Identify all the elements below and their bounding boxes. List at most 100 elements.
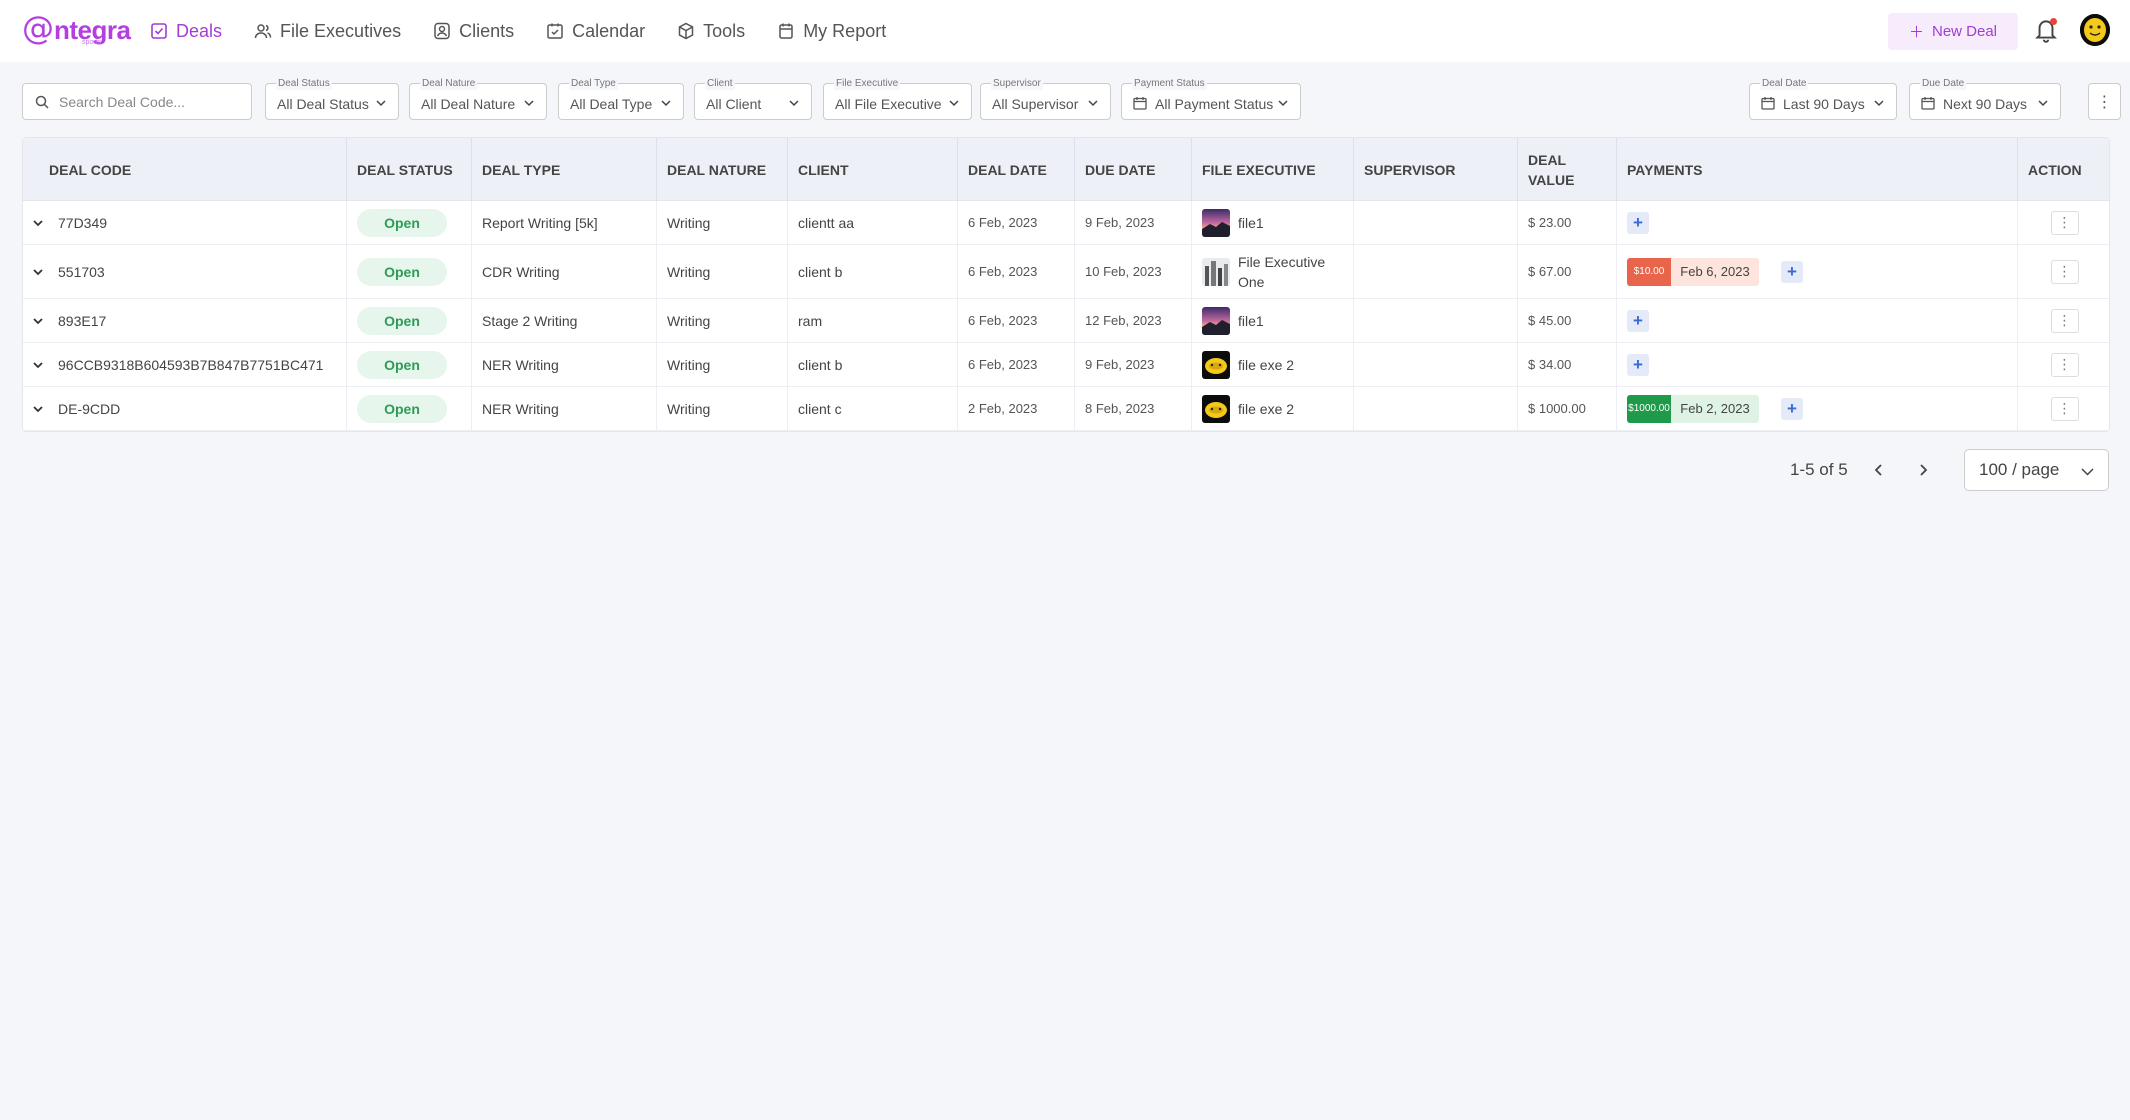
- nav-item-deals[interactable]: Deals: [150, 16, 222, 46]
- page-size-select[interactable]: 100 / page: [1964, 449, 2109, 491]
- header-payments: PAYMENTS: [1617, 138, 2018, 201]
- header-deal-type[interactable]: DEAL TYPE: [472, 138, 657, 201]
- add-payment-button[interactable]: +: [1627, 353, 1649, 376]
- deal-date-filter[interactable]: Deal Date Last 90 Days: [1749, 78, 1897, 120]
- header-deal-value[interactable]: DEAL VALUE: [1518, 138, 1617, 201]
- table-row[interactable]: 96CCB9318B604593B7B847B7751BC471 Open NER …: [23, 343, 2109, 387]
- nav-item-label: Calendar: [572, 20, 646, 41]
- deal-date-filter-label: Deal Date: [1760, 78, 1809, 90]
- top-navbar: @ ntegra sports Deals File Executives Clien…: [0, 0, 2130, 62]
- cell-supervisor: [1354, 343, 1518, 386]
- nav-item-tools[interactable]: Tools: [677, 16, 745, 46]
- deal-date: 2 Feb, 2023: [968, 401, 1038, 416]
- supervisor-filter[interactable]: Supervisor All Supervisor: [980, 78, 1111, 120]
- cell-deal-value: $ 1000.00: [1518, 387, 1617, 430]
- expand-chevron-icon[interactable]: [30, 313, 46, 329]
- deal-date: 6 Feb, 2023: [968, 313, 1038, 328]
- expand-chevron-icon[interactable]: [30, 215, 46, 231]
- header-deal-nature[interactable]: DEAL NATURE: [657, 138, 788, 201]
- next-page-button[interactable]: [1910, 457, 1936, 483]
- cell-deal-code: DE-9CDD: [23, 387, 347, 430]
- table-row[interactable]: DE-9CDD Open NER Writing Writing client c 2 F…: [23, 387, 2109, 431]
- expand-chevron-icon[interactable]: [30, 264, 46, 280]
- cell-deal-code: 96CCB9318B604593B7B847B7751BC471: [23, 343, 347, 386]
- cell-client: client c: [788, 387, 958, 430]
- table-row[interactable]: 893E17 Open Stage 2 Writing Writing ram 6 Feb…: [23, 299, 2109, 343]
- add-payment-button[interactable]: +: [1781, 397, 1803, 420]
- cell-due-date: 9 Feb, 2023: [1075, 343, 1192, 386]
- header-deal-date[interactable]: DEAL DATE: [958, 138, 1075, 201]
- row-actions-button[interactable]: ⋮: [2050, 352, 2079, 377]
- chevron-down-icon: [661, 100, 671, 107]
- notification-dot: [2050, 18, 2057, 25]
- deal-status-filter[interactable]: Deal Status All Deal Status: [265, 78, 399, 120]
- search-box[interactable]: [22, 83, 252, 120]
- page-size-value: 100 / page: [1979, 460, 2060, 479]
- cell-file-executive: file1: [1192, 201, 1354, 244]
- nav-item-file-executives[interactable]: File Executives: [254, 16, 401, 46]
- row-actions-button[interactable]: ⋮: [2050, 259, 2079, 284]
- nav-item-my-report[interactable]: My Report: [777, 16, 886, 46]
- deal-type-filter[interactable]: Deal Type All Deal Type: [558, 78, 684, 120]
- header-deal-status[interactable]: DEAL STATUS: [347, 138, 472, 201]
- cell-deal-type: NER Writing: [472, 343, 657, 386]
- nav-item-clients[interactable]: Clients: [433, 16, 514, 46]
- client-filter-value: All Client: [706, 96, 762, 112]
- payment-date: Feb 2, 2023: [1671, 394, 1759, 423]
- user-avatar[interactable]: [2080, 14, 2110, 46]
- notification-bell-icon[interactable]: [2033, 16, 2059, 44]
- executive-name-line1: file1: [1238, 312, 1264, 329]
- cell-deal-date: 2 Feb, 2023: [958, 387, 1075, 430]
- payment-status-filter[interactable]: Payment Status All Payment Status: [1121, 78, 1301, 120]
- cell-supervisor: [1354, 245, 1518, 298]
- chevron-down-icon: [2038, 100, 2048, 107]
- due-date-filter[interactable]: Due Date Next 90 Days: [1909, 78, 2061, 120]
- file-executive-filter[interactable]: File Executive All File Executive: [823, 78, 972, 120]
- table-row[interactable]: 77D349 Open Report Writing [5k] Writing clie…: [23, 201, 2109, 245]
- cell-payments: +: [1617, 201, 2018, 244]
- client-filter-label: Client: [705, 78, 735, 90]
- cell-deal-status: Open: [347, 245, 472, 298]
- client-name: client b: [798, 263, 843, 280]
- plus-icon: ＋: [1908, 24, 1924, 41]
- add-payment-button[interactable]: +: [1627, 211, 1649, 234]
- search-input[interactable]: [59, 93, 239, 110]
- prev-page-button[interactable]: [1866, 457, 1892, 483]
- deal-date-filter-value: Last 90 Days: [1783, 96, 1865, 112]
- status-badge: Open: [357, 257, 447, 286]
- nav-item-calendar[interactable]: Calendar: [546, 16, 645, 46]
- add-payment-button[interactable]: +: [1627, 309, 1649, 332]
- more-options-button[interactable]: ⋮: [2088, 83, 2121, 120]
- deal-code: 893E17: [58, 312, 107, 329]
- deal-type-filter-label: Deal Type: [569, 78, 618, 90]
- supervisor-filter-label: Supervisor: [991, 78, 1043, 90]
- payment-chip[interactable]: $1000.00 Feb 2, 2023: [1627, 394, 1759, 423]
- new-deal-button[interactable]: ＋ New Deal: [1888, 13, 2018, 50]
- deal-nature: Writing: [667, 400, 711, 417]
- expand-chevron-icon[interactable]: [30, 401, 46, 417]
- header-deal-code[interactable]: DEAL CODE: [23, 138, 347, 201]
- cell-deal-value: $ 45.00: [1518, 299, 1617, 342]
- cell-client: clientt aa: [788, 201, 958, 244]
- executive-name: file1: [1238, 311, 1264, 331]
- cell-client: client b: [788, 245, 958, 298]
- table-row[interactable]: 551703 Open CDR Writing Writing client b 6 Fe…: [23, 245, 2109, 299]
- deal-value: $ 1000.00: [1528, 401, 1586, 416]
- add-payment-button[interactable]: +: [1781, 260, 1803, 283]
- header-supervisor[interactable]: SUPERVISOR: [1354, 138, 1518, 201]
- row-actions-button[interactable]: ⋮: [2050, 396, 2079, 421]
- header-file-executive[interactable]: FILE EXECUTIVE: [1192, 138, 1354, 201]
- header-client[interactable]: CLIENT: [788, 138, 958, 201]
- header-due-date[interactable]: DUE DATE: [1075, 138, 1192, 201]
- expand-chevron-icon[interactable]: [30, 357, 46, 373]
- executive-name-line1: file exe 2: [1238, 400, 1295, 417]
- executive-name-line1: File Executive: [1238, 253, 1326, 270]
- client-filter[interactable]: Client All Client: [694, 78, 812, 120]
- payment-chip[interactable]: $10.00 Feb 6, 2023: [1627, 257, 1759, 286]
- cell-deal-date: 6 Feb, 2023: [958, 201, 1075, 244]
- integra-logo[interactable]: @ ntegra sports: [22, 12, 131, 50]
- row-actions-button[interactable]: ⋮: [2050, 308, 2079, 333]
- deal-nature-filter[interactable]: Deal Nature All Deal Nature: [409, 78, 547, 120]
- row-actions-button[interactable]: ⋮: [2050, 210, 2079, 235]
- cell-deal-nature: Writing: [657, 343, 788, 386]
